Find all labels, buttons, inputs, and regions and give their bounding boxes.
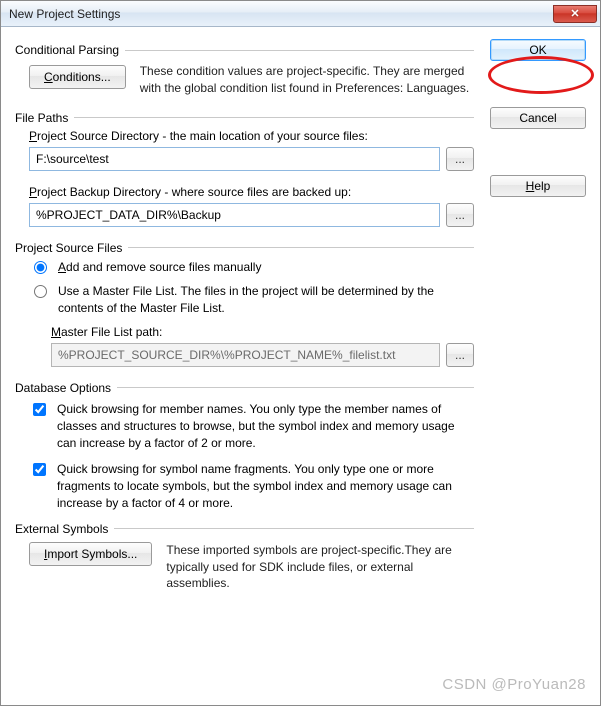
window-title: New Project Settings [9, 7, 120, 21]
legend-database-options: Database Options [15, 381, 474, 395]
legend-text: External Symbols [15, 522, 108, 536]
legend-line [125, 50, 474, 51]
legend-line [128, 247, 474, 248]
radio-add-manually[interactable] [34, 261, 47, 274]
legend-source-files: Project Source Files [15, 241, 474, 255]
dialog-body: Conditional Parsing Conditions... These … [1, 27, 600, 705]
legend-text: Project Source Files [15, 241, 122, 255]
check-quick-member[interactable] [33, 403, 46, 416]
dialog-window: New Project Settings ✕ Conditional Parsi… [0, 0, 601, 706]
radio-add-label[interactable]: Add and remove source files manually [58, 259, 261, 276]
close-icon: ✕ [570, 7, 579, 20]
radio-master-list[interactable] [34, 285, 47, 298]
right-button-column: OK Cancel Help [474, 39, 586, 695]
import-symbols-button[interactable]: Import Symbols... [29, 542, 152, 566]
source-dir-input[interactable] [29, 147, 440, 171]
legend-text: File Paths [15, 111, 68, 125]
legend-text: Conditional Parsing [15, 43, 119, 57]
master-path-input [51, 343, 440, 367]
check-quick-member-label[interactable]: Quick browsing for member names. You onl… [57, 401, 474, 451]
external-description: These imported symbols are project-speci… [166, 542, 474, 592]
ok-button[interactable]: OK [490, 39, 586, 61]
titlebar[interactable]: New Project Settings ✕ [1, 1, 600, 27]
browse-backup-button[interactable]: ... [446, 203, 474, 227]
master-path-label: Master File List path: [51, 325, 162, 339]
browse-master-button[interactable]: ... [446, 343, 474, 367]
radio-master-label[interactable]: Use a Master File List. The files in the… [58, 283, 474, 317]
legend-line [117, 387, 474, 388]
backup-dir-label: Project Backup Directory - where source … [29, 185, 351, 199]
check-quick-fragment[interactable] [33, 463, 46, 476]
legend-file-paths: File Paths [15, 111, 474, 125]
check-quick-fragment-label[interactable]: Quick browsing for symbol name fragments… [57, 461, 474, 511]
ellipsis-icon: ... [455, 152, 465, 166]
legend-line [114, 528, 474, 529]
legend-line [74, 117, 474, 118]
conditions-button[interactable]: Conditions... [29, 65, 126, 89]
cancel-button[interactable]: Cancel [490, 107, 586, 129]
legend-text: Database Options [15, 381, 111, 395]
conditional-description: These condition values are project-speci… [140, 63, 474, 97]
main-column: Conditional Parsing Conditions... These … [15, 39, 474, 695]
legend-conditional-parsing: Conditional Parsing [15, 43, 474, 57]
ellipsis-icon: ... [455, 208, 465, 222]
browse-source-button[interactable]: ... [446, 147, 474, 171]
legend-external-symbols: External Symbols [15, 522, 474, 536]
close-button[interactable]: ✕ [553, 5, 597, 23]
ellipsis-icon: ... [455, 348, 465, 362]
backup-dir-input[interactable] [29, 203, 440, 227]
help-button[interactable]: Help [490, 175, 586, 197]
source-dir-label: Project Source Directory - the main loca… [29, 129, 368, 143]
